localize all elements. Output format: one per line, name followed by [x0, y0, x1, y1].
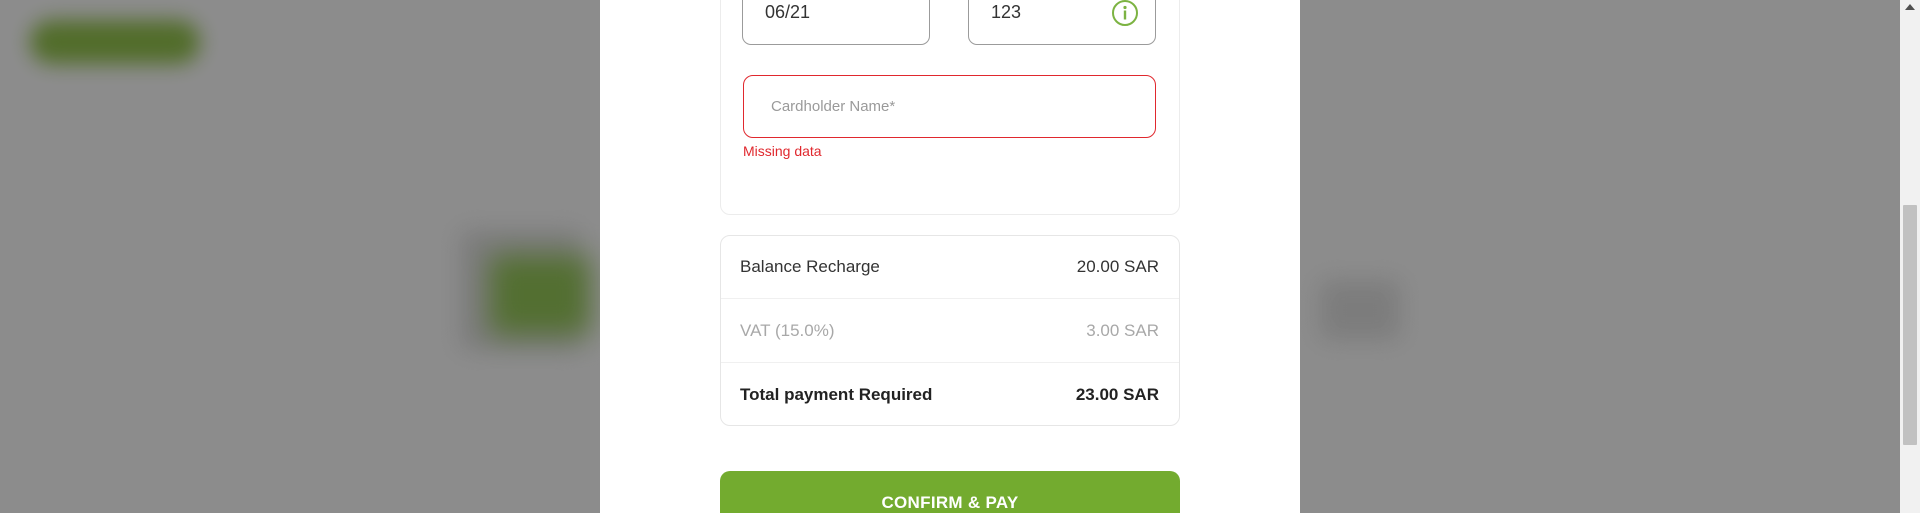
payment-summary: Balance Recharge 20.00 SAR VAT (15.0%) 3…	[720, 235, 1180, 426]
summary-label: Balance Recharge	[740, 257, 880, 276]
info-circle-icon[interactable]	[1111, 0, 1139, 27]
cardholder-name-placeholder: Cardholder Name*	[771, 98, 896, 115]
summary-label: VAT (15.0%)	[740, 321, 835, 340]
summary-row-recharge: Balance Recharge 20.00 SAR	[721, 236, 1179, 299]
summary-value: 23.00 SAR	[1075, 384, 1159, 404]
summary-label: Total payment Required	[740, 384, 933, 404]
expiry-date-value: 06/21	[765, 2, 811, 22]
cvv-value: 123	[991, 2, 1022, 22]
scroll-up-arrow-icon[interactable]	[1905, 4, 1915, 10]
summary-value: 20.00 SAR	[1076, 257, 1159, 276]
scrollbar-thumb[interactable]	[1903, 205, 1917, 445]
cardholder-error-message: Missing data	[743, 143, 822, 159]
cvv-field[interactable]: 123	[968, 0, 1156, 45]
page-scrollbar[interactable]	[1900, 0, 1920, 513]
summary-row-vat: VAT (15.0%) 3.00 SAR	[721, 300, 1179, 363]
summary-row-total: Total payment Required 23.00 SAR	[721, 363, 1179, 426]
expiry-date-field[interactable]: 06/21	[742, 0, 930, 45]
cardholder-name-field[interactable]: Cardholder Name*	[743, 75, 1156, 138]
confirm-pay-button[interactable]: CONFIRM & PAY	[720, 471, 1180, 513]
summary-value: 3.00 SAR	[1086, 321, 1159, 340]
